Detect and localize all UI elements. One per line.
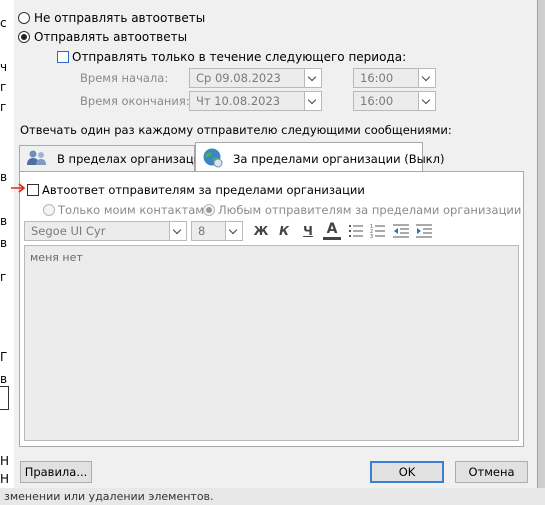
background-window-right-edge [538, 0, 545, 505]
radio-only-contacts[interactable] [43, 204, 55, 216]
outside-auto-reply-checkbox[interactable] [27, 184, 39, 196]
end-date-picker[interactable]: Чт 10.08.2023 [189, 91, 322, 111]
chevron-down-icon[interactable] [169, 222, 186, 240]
radio-no-auto-replies[interactable] [18, 12, 30, 24]
font-size-value: 8 [198, 224, 206, 238]
message-editor[interactable]: меня нет [24, 245, 519, 441]
start-time-picker[interactable]: 16:00 [353, 68, 436, 88]
start-time-label: Время начала: [80, 71, 169, 85]
radio-only-contacts-label[interactable]: Только моим контактам [58, 203, 204, 217]
rules-button[interactable]: Правила... [20, 461, 92, 483]
numbered-list-icon[interactable]: 123 [370, 223, 386, 242]
chevron-down-icon[interactable] [418, 69, 435, 87]
radio-no-auto-replies-label[interactable]: Не отправлять автоответы [34, 11, 205, 25]
outside-organization-panel: Автоответ отправителям за пределами орга… [11, 171, 524, 447]
font-size-select[interactable]: 8 [191, 221, 243, 241]
annotation-arrow-icon [10, 182, 26, 197]
message-text: меня нет [30, 251, 83, 264]
font-value: Segoe UI Cyr [31, 224, 106, 238]
outside-auto-reply-label[interactable]: Автоответ отправителям за пределами орга… [42, 183, 365, 197]
cancel-button[interactable]: Отмена [455, 461, 528, 483]
end-date-value: Чт 10.08.2023 [196, 94, 281, 108]
increase-indent-icon[interactable] [415, 223, 433, 242]
reply-once-label: Отвечать один раз каждому отправителю сл… [20, 123, 452, 137]
globe-icon [202, 147, 224, 172]
font-color-button[interactable]: А [323, 221, 341, 240]
background-text: с [0, 16, 7, 30]
background-text: в [0, 236, 8, 250]
background-text: Г [0, 350, 8, 364]
background-text: г [0, 270, 7, 284]
end-time-label: Время окончания: [80, 94, 190, 108]
font-select[interactable]: Segoe UI Cyr [24, 221, 187, 241]
radio-send-auto-replies[interactable] [18, 31, 30, 43]
automatic-replies-dialog: Не отправлять автоответы Отправлять авто… [11, 0, 538, 488]
people-icon [26, 149, 48, 170]
tab-inside-organization-label: В пределах организации [57, 152, 209, 166]
underline-button[interactable]: Ч [299, 222, 317, 240]
background-status-text: зменении или удалении элементов. [0, 488, 545, 505]
radio-all-external-senders[interactable] [203, 204, 215, 216]
start-date-picker[interactable]: Ср 09.08.2023 [189, 68, 322, 88]
svg-text:3: 3 [370, 234, 373, 239]
background-text: ч [0, 60, 8, 74]
background-text: Н [0, 454, 10, 468]
tab-outside-organization-label: За пределами организации (Выкл) [233, 152, 445, 166]
end-time-value: 16:00 [360, 94, 394, 108]
tab-outside-organization[interactable]: За пределами организации (Выкл) [195, 142, 444, 172]
chevron-down-icon[interactable] [225, 222, 242, 240]
italic-button[interactable]: К [275, 222, 293, 240]
background-field [0, 386, 9, 410]
start-time-value: 16:00 [360, 71, 394, 85]
period-checkbox[interactable] [57, 51, 69, 63]
background-window-left-edge: с ч г г в в в г Г в Н Н [0, 0, 14, 505]
start-date-value: Ср 09.08.2023 [196, 71, 281, 85]
background-text: г [0, 80, 7, 94]
end-time-picker[interactable]: 16:00 [353, 91, 436, 111]
background-text: в [0, 372, 8, 386]
tab-inside-organization[interactable]: В пределах организации [19, 145, 209, 171]
bullet-list-icon[interactable] [348, 223, 364, 242]
chevron-down-icon[interactable] [304, 92, 321, 110]
ok-button[interactable]: OK [370, 461, 444, 483]
bold-button[interactable]: Ж [252, 222, 270, 240]
period-checkbox-label[interactable]: Отправлять только в течение следующего п… [72, 50, 406, 64]
radio-all-external-senders-label[interactable]: Любым отправителям за пределами организа… [218, 203, 521, 217]
chevron-down-icon[interactable] [304, 69, 321, 87]
background-text: г [0, 100, 7, 114]
background-text: в [0, 214, 8, 228]
background-text: Н [0, 472, 10, 486]
decrease-indent-icon[interactable] [392, 223, 410, 242]
chevron-down-icon[interactable] [418, 92, 435, 110]
radio-send-auto-replies-label[interactable]: Отправлять автоответы [34, 30, 187, 44]
background-text: в [0, 170, 8, 184]
